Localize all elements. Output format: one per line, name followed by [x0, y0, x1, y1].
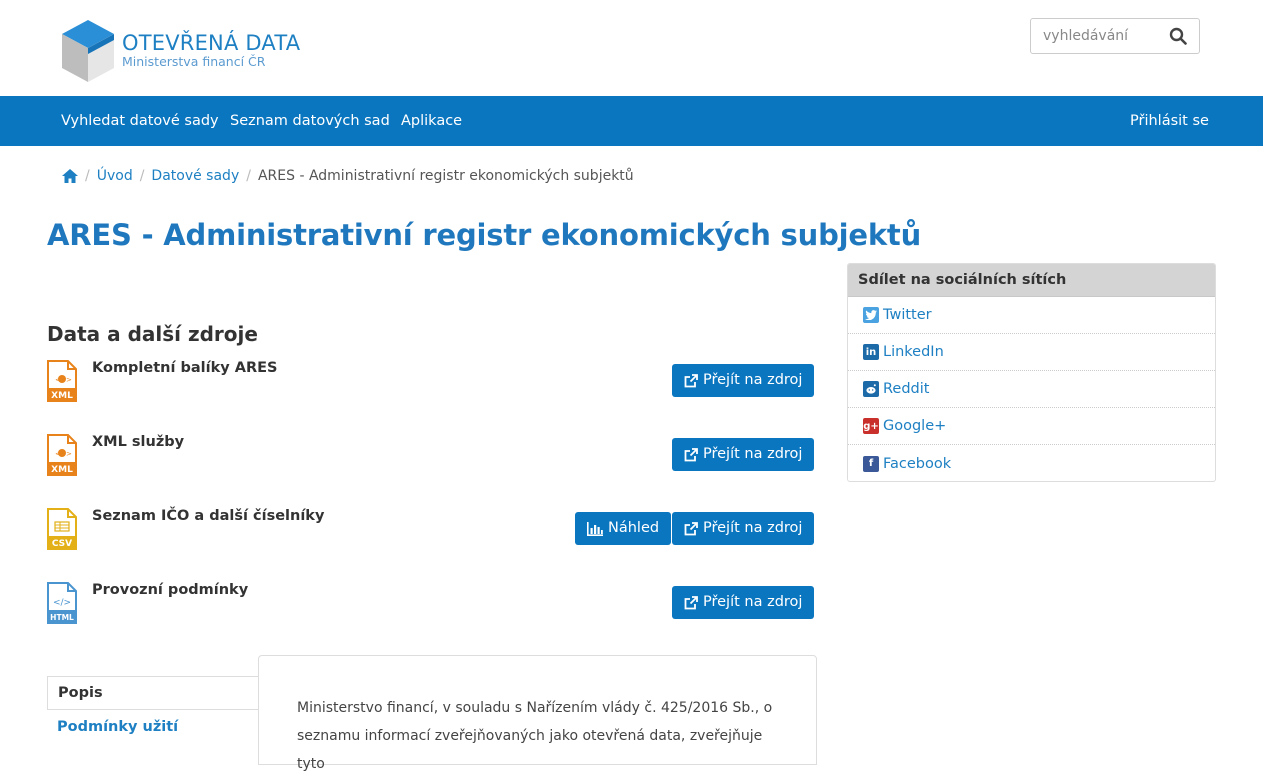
- logo-title: OTEVŘENÁ DATA: [122, 31, 301, 55]
- goto-source-label: Přejít na zdroj: [703, 520, 803, 536]
- breadcrumb: / Úvod / Datové sady / ARES - Administra…: [62, 165, 634, 187]
- breadcrumb-uvod[interactable]: Úvod: [97, 168, 133, 184]
- share-label: Google+: [883, 418, 947, 434]
- file-format-label: XML: [51, 391, 73, 401]
- svg-text:</>: </>: [53, 598, 71, 608]
- resource-item: < > XML XML služby Přejít na zdroj: [47, 434, 815, 498]
- resource-name: Seznam IČO a další číselníky: [92, 508, 325, 524]
- login-link[interactable]: Přihlásit se: [1130, 96, 1209, 146]
- breadcrumb-separator: /: [85, 168, 90, 184]
- search-box: [1030, 18, 1200, 54]
- goto-source-button[interactable]: Přejít na zdroj: [672, 586, 815, 619]
- description-text: Ministerstvo financí, v souladu s Naříze…: [297, 700, 773, 772]
- breadcrumb-separator: /: [246, 168, 251, 184]
- logo-subtitle: Ministerstva financí ČR: [122, 54, 266, 69]
- preview-label: Náhled: [608, 520, 660, 536]
- goto-source-button[interactable]: Přejít na zdroj: [672, 364, 815, 397]
- nav-item-aplikace[interactable]: Aplikace: [401, 96, 462, 146]
- search-icon[interactable]: [1169, 27, 1187, 45]
- file-format-label: XML: [51, 465, 73, 475]
- file-format-label: HTML: [50, 613, 74, 622]
- share-panel: Sdílet na sociálních sítích Twitter in L…: [847, 263, 1216, 482]
- html-file-icon: </> HTML: [47, 582, 77, 624]
- resource-item: CSV Seznam IČO a další číselníky Náhled …: [47, 508, 815, 572]
- resource-item: </> HTML Provozní podmínky Přejít na zdr…: [47, 582, 815, 646]
- goto-source-button[interactable]: Přejít na zdroj: [672, 512, 815, 545]
- resource-name: Kompletní balíky ARES: [92, 360, 278, 376]
- facebook-icon: f: [863, 455, 879, 472]
- external-link-icon: [684, 447, 698, 461]
- tab-popis[interactable]: Popis: [47, 676, 259, 710]
- search-input[interactable]: [1031, 19, 1161, 53]
- csv-file-icon: CSV: [47, 508, 77, 550]
- share-twitter[interactable]: Twitter: [848, 297, 1215, 334]
- detail-tabs: Popis Podmínky užití: [47, 676, 259, 744]
- share-google-plus[interactable]: g+ Google+: [848, 408, 1215, 445]
- breadcrumb-current: ARES - Administrativní registr ekonomick…: [257, 168, 634, 184]
- external-link-icon: [684, 373, 698, 387]
- resources-section-title: Data a další zdroje: [47, 322, 258, 346]
- resource-item: < > XML Kompletní balíky ARES Přejít na …: [47, 360, 815, 424]
- resource-name: XML služby: [92, 434, 185, 450]
- share-label: Twitter: [883, 307, 932, 323]
- site-logo[interactable]: OTEVŘENÁ DATA Ministerstva financí ČR: [62, 20, 300, 82]
- nav-item-seznam[interactable]: Seznam datových sad: [230, 96, 390, 146]
- linkedin-icon: in: [863, 344, 879, 360]
- xml-file-icon: < > XML: [47, 360, 77, 402]
- twitter-icon: [863, 307, 879, 323]
- goto-source-label: Přejít na zdroj: [703, 372, 803, 388]
- external-link-icon: [684, 521, 698, 535]
- home-icon[interactable]: [62, 169, 78, 183]
- share-panel-title: Sdílet na sociálních sítích: [848, 264, 1215, 297]
- goto-source-button[interactable]: Přejít na zdroj: [672, 438, 815, 471]
- svg-text:>: >: [66, 376, 72, 384]
- share-label: Reddit: [883, 381, 930, 397]
- share-reddit[interactable]: Reddit: [848, 371, 1215, 408]
- goto-source-label: Přejít na zdroj: [703, 446, 803, 462]
- nav-item-vyhledat[interactable]: Vyhledat datové sady: [61, 96, 219, 146]
- svg-text:>: >: [66, 450, 72, 458]
- page-title: ARES - Administrativní registr ekonomick…: [47, 218, 922, 252]
- google-plus-icon: g+: [863, 418, 879, 434]
- bar-chart-icon: [587, 521, 603, 536]
- resource-name: Provozní podmínky: [92, 582, 249, 598]
- xml-file-icon: < > XML: [47, 434, 77, 476]
- file-format-label: CSV: [52, 539, 72, 549]
- main-navbar: Vyhledat datové sady Seznam datových sad…: [0, 96, 1263, 146]
- header: OTEVŘENÁ DATA Ministerstva financí ČR: [0, 0, 1263, 96]
- svg-text:<: <: [55, 450, 61, 458]
- share-facebook[interactable]: f Facebook: [848, 445, 1215, 481]
- breadcrumb-separator: /: [139, 168, 145, 184]
- preview-button[interactable]: Náhled: [575, 512, 672, 545]
- share-linkedin[interactable]: in LinkedIn: [848, 334, 1215, 371]
- external-link-icon: [684, 595, 698, 609]
- cube-logo-icon: [62, 20, 114, 82]
- share-label: Facebook: [883, 455, 952, 472]
- share-label: LinkedIn: [883, 344, 944, 360]
- reddit-icon: [863, 381, 879, 397]
- breadcrumb-datove-sady[interactable]: Datové sady: [151, 168, 239, 184]
- description-panel: Ministerstvo financí, v souladu s Naříze…: [258, 655, 817, 772]
- goto-source-label: Přejít na zdroj: [703, 594, 803, 610]
- svg-text:<: <: [55, 376, 61, 384]
